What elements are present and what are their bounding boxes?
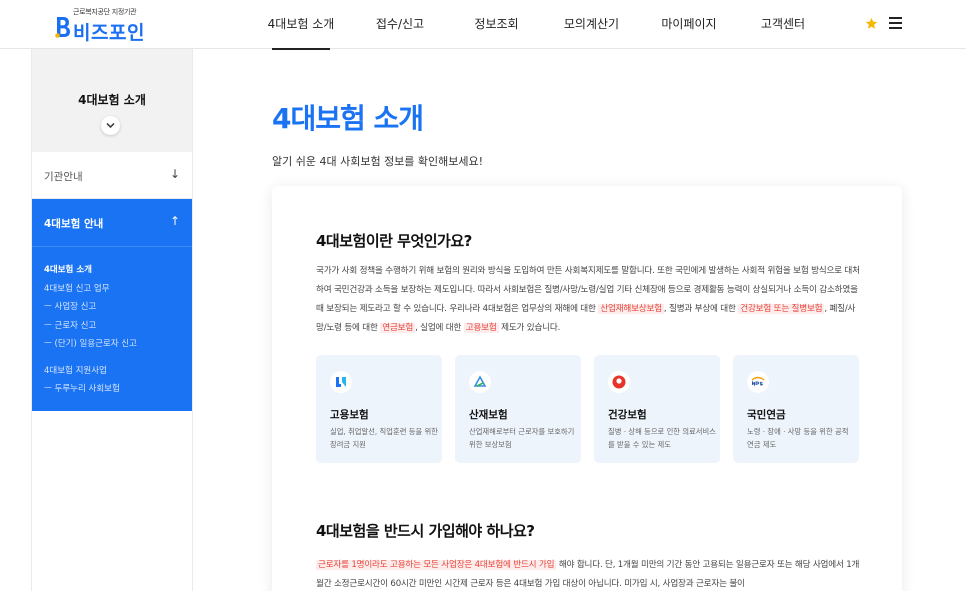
submenu-item-report[interactable]: 4대보험 신고 업무 (44, 280, 192, 299)
section-heading: 4대보험이란 무엇인가요? (316, 232, 472, 250)
employment-insurance-icon (330, 371, 352, 393)
nav-item-calculator[interactable]: 모의계산기 (543, 0, 640, 49)
sidebar-section-label: 4대보험 안내 (44, 218, 104, 230)
sidebar-submenu: 4대보험 소개 4대보험 신고 업무 ㅡ 사업장 신고 ㅡ 근로자 신고 ㅡ (… (32, 247, 192, 411)
submenu-item-daily-worker[interactable]: ㅡ (단기) 일용근로자 신고 (44, 335, 192, 354)
submenu-item-intro[interactable]: 4대보험 소개 (44, 261, 192, 280)
paragraph-text: , 질병과 부상에 대한 (663, 304, 736, 314)
section-heading: 4대보험을 반드시 가입해야 하나요? (316, 522, 535, 540)
highlight-text: 근로자를 1명이라도 고용하는 모든 사업장은 4대보험에 반드시 가입 (316, 560, 557, 570)
sidebar-section-open: 4대보험 안내 ↑ 4대보험 소개 4대보험 신고 업무 ㅡ 사업장 신고 ㅡ … (32, 199, 192, 411)
highlight-text: 연금보험 (380, 323, 416, 333)
sidebar-header: 4대보험 소개 (32, 49, 192, 152)
insurance-card-health: 건강보험 질병 · 상해 등으로 인한 의료서비스를 받을 수 있는 제도 (594, 355, 720, 463)
card-title: 고용보험 (330, 409, 369, 421)
highlight-text: 고용보험 (463, 323, 499, 333)
card-description: 노령 · 장애 · 사망 등을 위한 공적 연금 제도 (747, 427, 849, 449)
section-paragraph: 근로자를 1명이라도 고용하는 모든 사업장은 4대보험에 반드시 가입 해야 … (316, 556, 864, 591)
site-header: 근로복지공단 지정기관 비즈포인 4대보험 소개 접수/신고 정보조회 모의계산… (0, 0, 966, 50)
industrial-accident-icon (469, 371, 491, 393)
content-card: 4대보험이란 무엇인가요? 국가가 사회 정책을 수행하기 위해 보험의 원리와… (272, 186, 902, 591)
highlight-text: 산업재해보상보험 (598, 304, 664, 314)
insurance-cards: 고용보험 실업, 취업알선, 직업훈련 등을 위한 장려금 지원 산재보험 산업… (316, 355, 859, 463)
sidebar: 4대보험 소개 기관안내 ↓ 4대보험 안내 ↑ 4대보험 소개 4대보험 신고… (31, 49, 193, 591)
logo-b-icon (55, 17, 70, 38)
submenu-item-durunuri[interactable]: ㅡ 두루누리 사회보험 (44, 380, 192, 399)
submenu-item-support[interactable]: 4대보험 지원사업 (44, 362, 192, 381)
logo[interactable]: 근로복지공단 지정기관 비즈포인 (55, 7, 165, 44)
sidebar-item-guide[interactable]: 기관안내 ↓ (32, 152, 192, 199)
star-icon[interactable] (865, 17, 878, 30)
nav-item-lookup[interactable]: 정보조회 (450, 0, 543, 49)
card-title: 산재보험 (469, 409, 508, 421)
card-description: 질병 · 상해 등으로 인한 의료서비스를 받을 수 있는 제도 (608, 427, 716, 449)
card-description: 산업재해로부터 근로자를 보호하기 위한 보상보험 (469, 427, 575, 449)
nav-item-intro[interactable]: 4대보험 소개 (252, 0, 350, 50)
sidebar-title: 4대보험 소개 (78, 93, 146, 107)
highlight-text: 건강보험 또는 질병보험 (738, 304, 825, 314)
nav-item-support[interactable]: 고객센터 (738, 0, 828, 49)
arrow-down-icon: ↓ (169, 167, 180, 181)
health-insurance-icon (608, 371, 630, 393)
card-title: 국민연금 (747, 409, 786, 421)
insurance-card-pension: 국민연금 노령 · 장애 · 사망 등을 위한 공적 연금 제도 (733, 355, 859, 463)
logo-subtitle: 근로복지공단 지정기관 (73, 8, 137, 16)
page-title: 4대보험 소개 (272, 102, 424, 135)
hamburger-menu-icon[interactable] (889, 17, 902, 29)
insurance-card-employment: 고용보험 실업, 취업알선, 직업훈련 등을 위한 장려금 지원 (316, 355, 442, 463)
chevron-down-icon[interactable] (101, 116, 120, 135)
main-nav: 4대보험 소개 접수/신고 정보조회 모의계산기 마이페이지 고객센터 (252, 0, 828, 50)
nav-item-mypage[interactable]: 마이페이지 (640, 0, 738, 49)
arrow-up-icon: ↑ (169, 214, 180, 228)
insurance-card-industrial: 산재보험 산업재해로부터 근로자를 보호하기 위한 보상보험 (455, 355, 581, 463)
paragraph-text: 제도가 있습니다. (501, 323, 561, 333)
paragraph-text: , 실업에 대한 (415, 323, 462, 333)
submenu-item-workplace[interactable]: ㅡ 사업장 신고 (44, 298, 192, 317)
card-title: 건강보험 (608, 409, 647, 421)
nav-item-submit[interactable]: 접수/신고 (350, 0, 450, 49)
submenu-item-worker[interactable]: ㅡ 근로자 신고 (44, 317, 192, 336)
section-paragraph: 국가가 사회 정책을 수행하기 위해 보험의 원리와 방식을 도입하여 만든 사… (316, 262, 864, 338)
national-pension-icon (747, 371, 769, 393)
sidebar-item-label: 기관안내 (44, 171, 83, 183)
page-description: 알기 쉬운 4대 사회보험 정보를 확인해보세요! (272, 155, 484, 168)
card-description: 실업, 취업알선, 직업훈련 등을 위한 장려금 지원 (330, 427, 438, 449)
sidebar-item-insurance-guide[interactable]: 4대보험 안내 ↑ (32, 199, 192, 247)
logo-text: 비즈포인 (73, 22, 145, 44)
